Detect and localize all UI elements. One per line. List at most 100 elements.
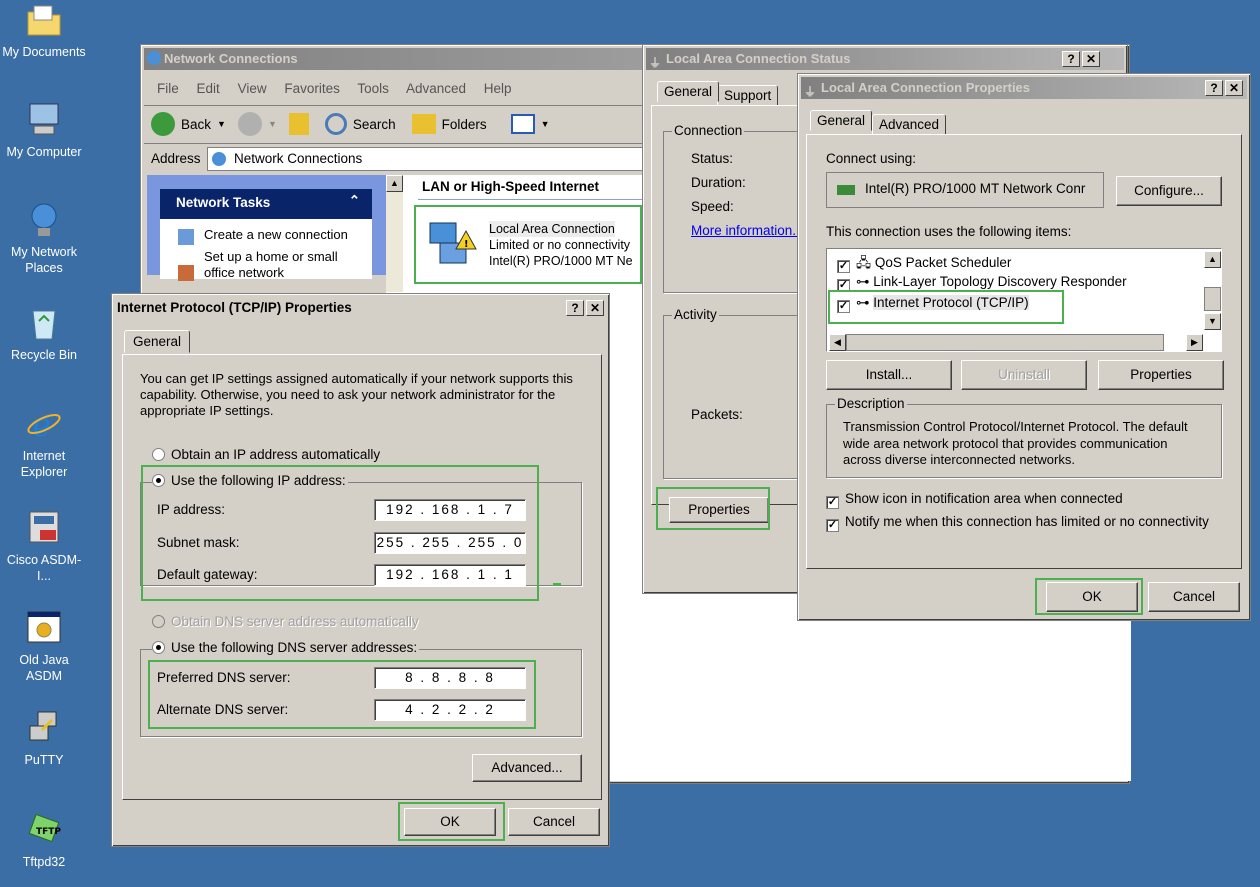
duration-label: Duration: <box>691 175 746 190</box>
search-button[interactable]: Search <box>353 117 396 132</box>
tab-support[interactable]: Support <box>717 85 779 106</box>
back-arrow-icon[interactable] <box>151 112 175 136</box>
speed-label: Speed: <box>691 199 734 214</box>
folders-icon[interactable] <box>411 114 436 134</box>
address-bar[interactable]: Network Connections <box>207 147 647 171</box>
scroll-thumb[interactable] <box>1204 287 1221 311</box>
desktop-icon-my-documents[interactable]: My Documents <box>0 0 88 60</box>
help-button[interactable]: ? <box>566 300 584 316</box>
show-icon-option[interactable]: ✓ Show icon in notification area when con… <box>826 491 1123 509</box>
hscroll-thumb[interactable] <box>846 334 1164 351</box>
dropdown-arrow-icon[interactable]: ▼ <box>541 119 550 129</box>
menu-advanced[interactable]: Advanced <box>406 81 466 96</box>
menu-edit[interactable]: Edit <box>197 81 220 96</box>
desktop-icon-label: My Network Places <box>11 245 77 275</box>
more-information-link[interactable]: More information... <box>691 223 804 238</box>
search-icon[interactable] <box>324 113 347 135</box>
configure-button[interactable]: Configure... <box>1116 176 1222 206</box>
tcpip-title: Internet Protocol (TCP/IP) Properties <box>117 300 352 315</box>
menu-tools[interactable]: Tools <box>357 81 389 96</box>
network-connections-icon <box>147 51 161 65</box>
task-create-connection[interactable]: Create a new connection <box>204 227 364 243</box>
uninstall-button[interactable]: Uninstall <box>961 360 1087 390</box>
status-title: Local Area Connection Status <box>666 51 851 66</box>
scroll-right-button[interactable]: ▶ <box>1186 334 1203 351</box>
auto-dns-option[interactable]: Obtain DNS server address automatically <box>152 614 419 629</box>
folder-up-icon[interactable] <box>288 113 309 135</box>
properties-button[interactable]: Properties <box>1098 360 1224 390</box>
tab-general[interactable]: General <box>810 110 873 131</box>
scroll-left-button[interactable]: ◀ <box>829 334 846 351</box>
desktop-icon-cisco-asdm[interactable]: Cisco ASDM-I... <box>0 508 88 584</box>
tab-advanced[interactable]: Advanced <box>872 114 947 135</box>
dropdown-arrow-icon[interactable]: ▼ <box>268 119 277 129</box>
desktop-icon-putty[interactable]: PuTTY <box>0 708 88 768</box>
menu-view[interactable]: View <box>238 81 267 96</box>
desktop-icon-java-asdm[interactable]: Old Java ASDM <box>0 608 88 684</box>
help-button[interactable]: ? <box>1062 51 1080 67</box>
items-label: This connection uses the following items… <box>826 224 1072 239</box>
qos-checkbox[interactable]: ✓ <box>837 260 850 273</box>
internet-explorer-icon: e <box>27 406 61 444</box>
auto-dns-radio[interactable] <box>152 615 165 628</box>
tcpip-titlebar[interactable]: Internet Protocol (TCP/IP) Properties ? … <box>115 297 606 319</box>
forward-arrow-icon[interactable] <box>237 112 262 136</box>
network-tasks-header[interactable]: Network Tasks ⌃ <box>160 189 372 219</box>
description-group-label: Description <box>835 396 907 411</box>
back-button[interactable]: Back <box>181 117 211 132</box>
show-icon-label: Show icon in notification area when conn… <box>845 491 1123 506</box>
item-qos[interactable]: ✓ 🖧 QoS Packet Scheduler <box>837 253 1011 276</box>
desktop-icon-recycle-bin[interactable]: Recycle Bin <box>0 303 88 363</box>
desktop-icon-label: My Documents <box>2 45 86 59</box>
help-button[interactable]: ? <box>1205 80 1223 96</box>
auto-ip-option[interactable]: Obtain an IP address automatically <box>152 447 380 462</box>
scroll-down-button[interactable]: ▼ <box>1204 313 1221 330</box>
desktop-icon-network-places[interactable]: My Network Places <box>0 200 88 276</box>
notify-option[interactable]: ✓ Notify me when this connection has limi… <box>826 514 1209 532</box>
tab-general[interactable]: General <box>124 330 191 353</box>
item-label: Link-Layer Topology Discovery Responder <box>873 274 1127 289</box>
highlight-ok <box>398 802 505 841</box>
intro-text: You can get IP settings assigned automat… <box>140 371 573 418</box>
home-network-icon <box>178 265 194 281</box>
lan-small-icon: ⏚ <box>649 56 662 70</box>
cancel-button[interactable]: Cancel <box>1148 582 1240 612</box>
views-icon[interactable] <box>510 114 535 134</box>
desktop-icon-label: Internet Explorer <box>20 449 68 479</box>
status-titlebar[interactable]: ⏚ Local Area Connection Status ? ✕ <box>646 48 1124 70</box>
use-dns-label: Use the following DNS server addresses: <box>171 640 418 655</box>
desktop-icon-tftpd32[interactable]: TFTP Tftpd32 <box>0 810 88 870</box>
cancel-button[interactable]: Cancel <box>508 808 600 836</box>
show-icon-checkbox[interactable]: ✓ <box>826 496 839 509</box>
menu-favorites[interactable]: Favorites <box>284 81 340 96</box>
tab-general[interactable]: General <box>657 81 720 102</box>
menu-help[interactable]: Help <box>484 81 512 96</box>
task-home-network[interactable]: Set up a home or small office network <box>204 249 364 281</box>
network-card-icon <box>837 185 855 195</box>
folders-button[interactable]: Folders <box>442 117 487 132</box>
close-button[interactable]: ✕ <box>586 300 604 316</box>
svg-text:e: e <box>32 406 51 444</box>
properties-titlebar[interactable]: ⏚ Local Area Connection Properties ? ✕ <box>801 77 1247 99</box>
use-dns-option[interactable]: Use the following DNS server addresses: <box>152 640 420 655</box>
use-dns-radio[interactable] <box>152 641 165 654</box>
notify-checkbox[interactable]: ✓ <box>826 519 839 532</box>
desktop-icon-internet-explorer[interactable]: e Internet Explorer <box>0 404 88 480</box>
folder-documents-icon <box>27 5 61 36</box>
desktop-icon-label: Cisco ASDM-I... <box>6 553 82 583</box>
close-button[interactable]: ✕ <box>1225 80 1243 96</box>
auto-dns-label: Obtain DNS server address automatically <box>171 614 419 629</box>
properties-dialog: ⏚ Local Area Connection Properties ? ✕ G… <box>797 73 1251 621</box>
packets-label: Packets: <box>691 407 743 422</box>
close-button[interactable]: ✕ <box>1082 51 1100 67</box>
auto-ip-radio[interactable] <box>152 448 165 461</box>
install-button[interactable]: Install... <box>826 360 952 390</box>
collapse-chevron-icon[interactable]: ⌃ <box>349 193 360 209</box>
scroll-up-button[interactable]: ▲ <box>1204 251 1221 268</box>
desktop-icon-my-computer[interactable]: My Computer <box>0 100 88 160</box>
scroll-up-button[interactable]: ▲ <box>386 175 403 192</box>
menu-file[interactable]: File <box>157 81 179 96</box>
advanced-button[interactable]: Advanced... <box>472 754 582 782</box>
dropdown-arrow-icon[interactable]: ▼ <box>217 119 226 129</box>
desktop-icon-label: Recycle Bin <box>11 348 77 362</box>
